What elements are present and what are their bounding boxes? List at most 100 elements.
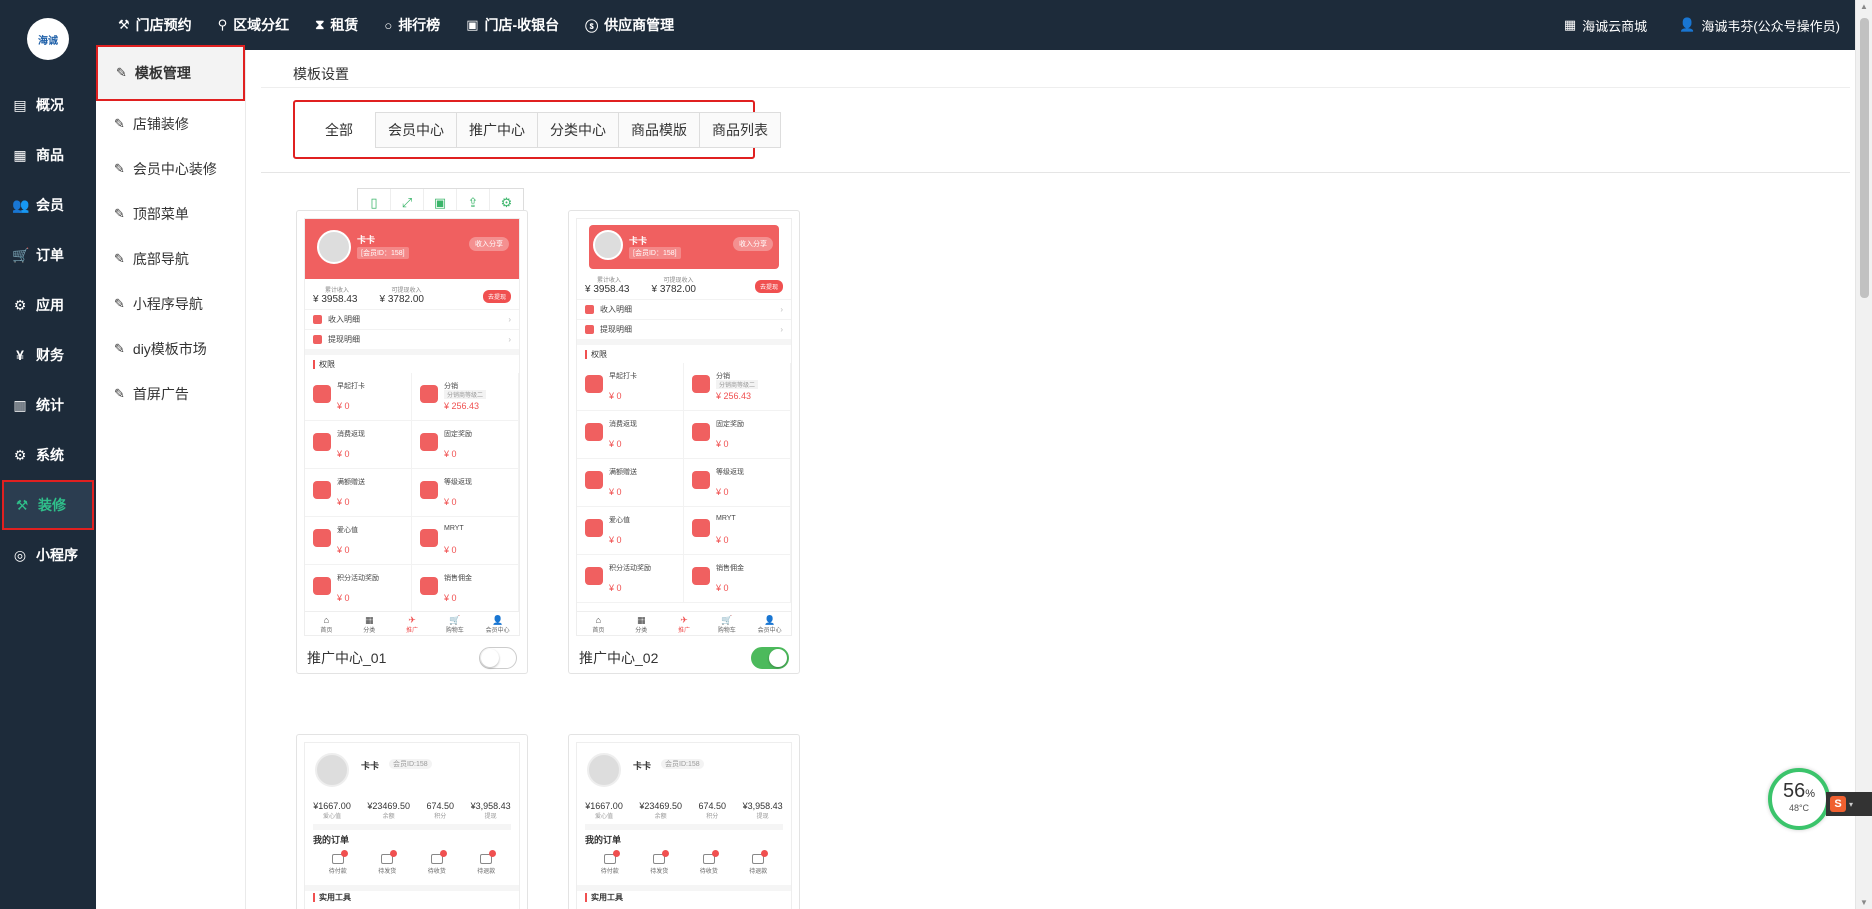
perm-icon [420,577,438,595]
tab[interactable]: 推广中心 [456,111,538,148]
wand-icon: ✎ [116,65,127,80]
sidebar-item[interactable]: ⚒ 装修 [2,480,94,530]
order-icon [653,850,670,864]
wand-icon: ✎ [114,160,125,176]
sidebar-label: 订单 [36,247,64,263]
template-card[interactable]: 卡卡 会员ID:158 ¥1667.00 爱心值 ¥23469.50 余额 674.50… [296,734,528,909]
chevron-down-icon[interactable]: ▾ [1849,800,1853,809]
sidebar-item[interactable]: ⚙ 应用 [0,280,96,330]
topnav-item[interactable]: ▣ 门店-收银台 [466,15,559,35]
stat-item: ¥1667.00 爱心值 [313,801,351,820]
perm-title: MRYT [716,515,736,522]
orders: 我的订单 待付款 待发货 待收货 待退款 [577,824,791,875]
share-badge: 收入分享 [469,237,509,251]
divider [261,87,1850,88]
perm-title: MRYT [444,525,464,532]
perm-grid: 早起打卡 ¥ 0 分销 分销商等级二 ¥ 256.43 消费返现 ¥ 0 固定奖励 ¥ 0 满额赠… [577,363,791,603]
topnav-label: 门店预约 [135,17,192,33]
chevron-right-icon: › [780,305,783,314]
performance-widget[interactable]: 56% 48°C [1768,768,1830,830]
member-name: 卡卡 [633,761,652,771]
tab[interactable]: 全部 [302,111,376,148]
topnav-item[interactable]: ⚲ 区域分红 [218,15,290,35]
sidebar-item[interactable]: 🛒 订单 [0,230,96,280]
template-card[interactable]: 卡卡 会员ID:158 ¥1667.00 爱心值 ¥23469.50 余额 674.50… [568,734,800,909]
subnav-item[interactable]: ✎ 首屏广告 [96,371,245,416]
perm-value: ¥ 0 [337,497,350,507]
phone-preview: 卡卡 [会员ID：158] 收入分享 累计收入 ¥ 3958.43 可提现收入 ¥ … [304,218,520,636]
perm-cell: MRYT ¥ 0 [412,517,519,565]
enable-toggle[interactable] [479,647,517,669]
arrow-down-icon[interactable]: ▼ [1860,898,1868,907]
user-menu[interactable]: 👤 海诚韦芬(公众号操作员) [1679,16,1840,35]
shop-link[interactable]: ▦ 海诚云商城 [1564,16,1647,35]
perm-cell: 积分活动奖励 ¥ 0 [305,565,412,613]
perm-icon [692,471,710,489]
perm-icon [585,519,603,537]
subnav-item[interactable]: ✎ 会员中心装修 [96,146,245,191]
topnav-label: 门店-收银台 [484,17,560,33]
order-status: 待发货 [650,850,670,875]
tab[interactable]: 商品列表 [699,111,781,148]
subnav-item[interactable]: ✎ 底部导航 [96,236,245,281]
perm-title: 固定奖励 [444,431,472,438]
section-title: 实用工具 [577,885,791,903]
nav-icon: ⚲ [217,17,228,32]
stat-label: 余额 [382,814,395,820]
order-status: 待发货 [378,850,398,875]
sidebar-item[interactable]: ⚙ 系统 [0,430,96,480]
tab[interactable]: 商品模版 [618,111,700,148]
user-icon: 👤 [1679,17,1696,32]
tab[interactable]: 会员中心 [375,111,457,148]
earn-withdraw: ¥ 3782.00 [379,294,425,305]
stat-label: 提现 [484,814,497,820]
enable-toggle[interactable] [751,647,789,669]
chevron-right-icon: › [508,335,511,344]
perm-icon [313,577,331,595]
sidebar-label: 小程序 [36,547,78,563]
topnav-item[interactable]: ⓢ 供应商管理 [585,15,674,35]
page-scrollbar[interactable]: ▲ ▼ [1855,0,1872,909]
topnav-item[interactable]: ⚒ 门店预约 [118,15,192,35]
avatar [317,230,351,264]
perm-sub: 分销商等级二 [716,380,759,389]
ime-toolbar[interactable]: S ▾ [1826,792,1872,816]
perm-title: 等级返现 [444,479,472,486]
subnav-item[interactable]: ✎ 模板管理 [96,45,245,101]
sidebar-item[interactable]: 👥 会员 [0,180,96,230]
subnav-label: 会员中心装修 [132,160,217,177]
sidebar-item[interactable]: ▦ 商品 [0,130,96,180]
subnav-item[interactable]: ✎ 店铺装修 [96,101,245,146]
topnav-label: 供应商管理 [604,17,675,33]
subnav-item[interactable]: ✎ 小程序导航 [96,281,245,326]
tab-icon: ▦ [364,615,374,625]
perm-title: 满额赠送 [609,469,637,476]
perm-title: 早起打卡 [609,373,637,380]
stat-label: 余额 [654,814,667,820]
phone-tabbar: ⌂ 首页 ▦ 分类 ✈ 推广 🛒 购物车 👤 会员中心 [305,611,519,635]
subnav-item[interactable]: ✎ diy模板市场 [96,326,245,371]
template-card[interactable]: 卡卡 [会员ID：158] 收入分享 累计收入 ¥ 3958.43 可提现收入 ¥ … [296,210,528,674]
topnav-item[interactable]: ⧗ 租赁 [315,15,358,35]
brand-logo[interactable]: 海诚 [27,18,69,60]
sidebar-item[interactable]: ▥ 统计 [0,380,96,430]
subnav-label: 顶部菜单 [132,205,189,222]
sidebar-icon: ⚙ [13,296,27,313]
phone-tab: ✈ 推广 [663,612,706,635]
sidebar-item[interactable]: ▤ 概况 [0,80,96,130]
arrow-up-icon[interactable]: ▲ [1860,2,1868,11]
topnav-item[interactable]: ○ 排行榜 [384,15,440,35]
scrollbar-thumb[interactable] [1860,18,1869,298]
sidebar-item[interactable]: ¥ 财务 [0,330,96,380]
subnav-item[interactable]: ✎ 顶部菜单 [96,191,245,236]
template-card[interactable]: 卡卡 [会员ID：158] 收入分享 累计收入 ¥ 3958.43 可提现收入 ¥ … [568,210,800,674]
nav-icon: ⧗ [315,17,325,32]
perm-cell: 固定奖励 ¥ 0 [412,421,519,469]
subnav-label: 店铺装修 [132,115,189,132]
perm-cell: 爱心值 ¥ 0 [305,517,412,565]
tab[interactable]: 分类中心 [537,111,619,148]
sidebar-label: 应用 [36,297,64,313]
wand-icon: ✎ [114,340,125,356]
sidebar-label: 统计 [36,397,64,413]
sidebar-item[interactable]: ◎ 小程序 [0,530,96,580]
